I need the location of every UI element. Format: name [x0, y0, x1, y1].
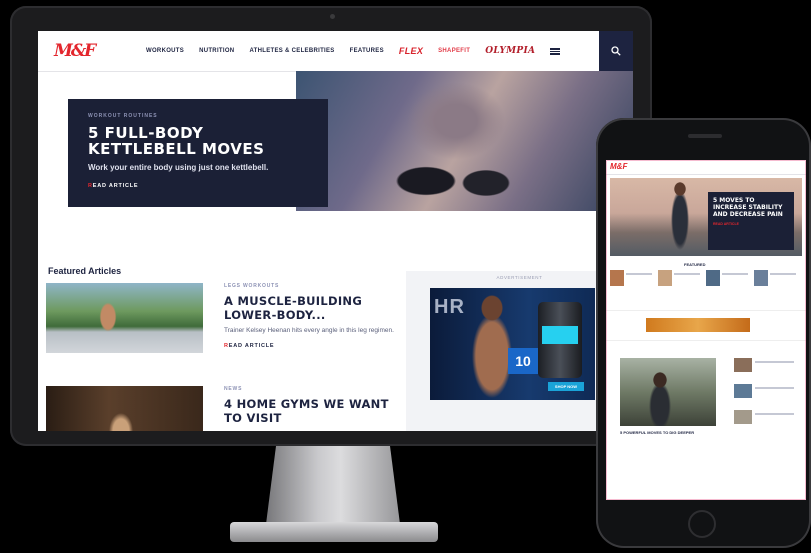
site-logo[interactable]: M&F [54, 37, 96, 65]
link-text: EAD ARTICLE [92, 183, 139, 189]
phone-speaker [688, 134, 722, 138]
hero-kicker[interactable]: WORKOUT ROUTINES [88, 113, 308, 119]
article-card: LEGS WORKOUTS A MUSCLE-BUILDING LOWER-BO… [46, 283, 406, 363]
screen-outline [606, 160, 806, 500]
hero-read-article-link[interactable]: READ ARTICLE [88, 183, 308, 189]
article-kicker[interactable]: LEGS WORKOUTS [224, 283, 404, 289]
mobile-phone: M&F 5 MOVES TO INCREASE STABILITY AND DE… [596, 118, 811, 548]
ad-badge: 10 [508, 348, 538, 374]
hero-card: WORKOUT ROUTINES 5 FULL-BODY KETTLEBELL … [68, 99, 328, 207]
ad-shop-button[interactable]: SHOP NOW [548, 382, 584, 391]
article-title[interactable]: 4 HOME GYMS WE WANT TO VISIT [224, 397, 404, 425]
article-read-link[interactable]: READ ARTICLE [224, 343, 404, 349]
ad-model-image [468, 294, 516, 400]
bottle-label [542, 326, 578, 344]
nav-brand-shapefit[interactable]: SHAPEFIT [438, 48, 470, 54]
hero-title[interactable]: 5 FULL-BODY KETTLEBELL MOVES [88, 125, 308, 157]
article-kicker[interactable]: NEWS [224, 386, 404, 392]
article-thumbnail[interactable] [46, 386, 203, 431]
nav-brand-olympia[interactable]: OLYMPIA [485, 46, 535, 56]
search-icon [611, 46, 621, 56]
monitor-stand-base [230, 522, 438, 542]
hero-subtitle: Work your entire body using just one ket… [88, 163, 269, 172]
home-button[interactable] [688, 510, 716, 538]
article-card: NEWS 4 HOME GYMS WE WANT TO VISIT [46, 386, 406, 431]
featured-articles-heading: Featured Articles [48, 266, 122, 276]
article-thumbnail[interactable] [46, 283, 203, 353]
nav-nutrition[interactable]: NUTRITION [199, 48, 234, 54]
nav-workouts[interactable]: WORKOUTS [146, 48, 184, 54]
article-body: LEGS WORKOUTS A MUSCLE-BUILDING LOWER-BO… [224, 283, 404, 349]
supplement-ad[interactable]: HR 10 SHOP NOW [430, 288, 595, 400]
nav-athletes-celebrities[interactable]: ATHLETES & CELEBRITIES [249, 48, 334, 54]
hero-image[interactable] [296, 71, 633, 211]
desktop-screen: M&F WORKOUTS NUTRITION ATHLETES & CELEBR… [38, 31, 633, 431]
site-header: M&F WORKOUTS NUTRITION ATHLETES & CELEBR… [38, 31, 633, 72]
mobile-screen: M&F 5 MOVES TO INCREASE STABILITY AND DE… [606, 160, 806, 500]
main-nav: WORKOUTS NUTRITION ATHLETES & CELEBRITIE… [146, 31, 561, 71]
menu-icon[interactable] [550, 47, 561, 55]
search-button[interactable] [599, 31, 633, 71]
article-title[interactable]: A MUSCLE-BUILDING LOWER-BODY... [224, 294, 404, 322]
desktop-monitor: M&F WORKOUTS NUTRITION ATHLETES & CELEBR… [10, 6, 652, 446]
nav-features[interactable]: FEATURES [350, 48, 384, 54]
nav-brand-flex[interactable]: FLEX [399, 46, 423, 56]
camera-dot [330, 14, 335, 19]
article-body: NEWS 4 HOME GYMS WE WANT TO VISIT [224, 386, 404, 425]
monitor-stand-neck [265, 446, 401, 528]
ad-headline: HR [434, 296, 465, 318]
link-text: EAD ARTICLE [228, 343, 275, 349]
ad-product-bottle [538, 302, 582, 378]
article-subtitle: Trainer Kelsey Heenan hits every angle i… [224, 327, 394, 334]
